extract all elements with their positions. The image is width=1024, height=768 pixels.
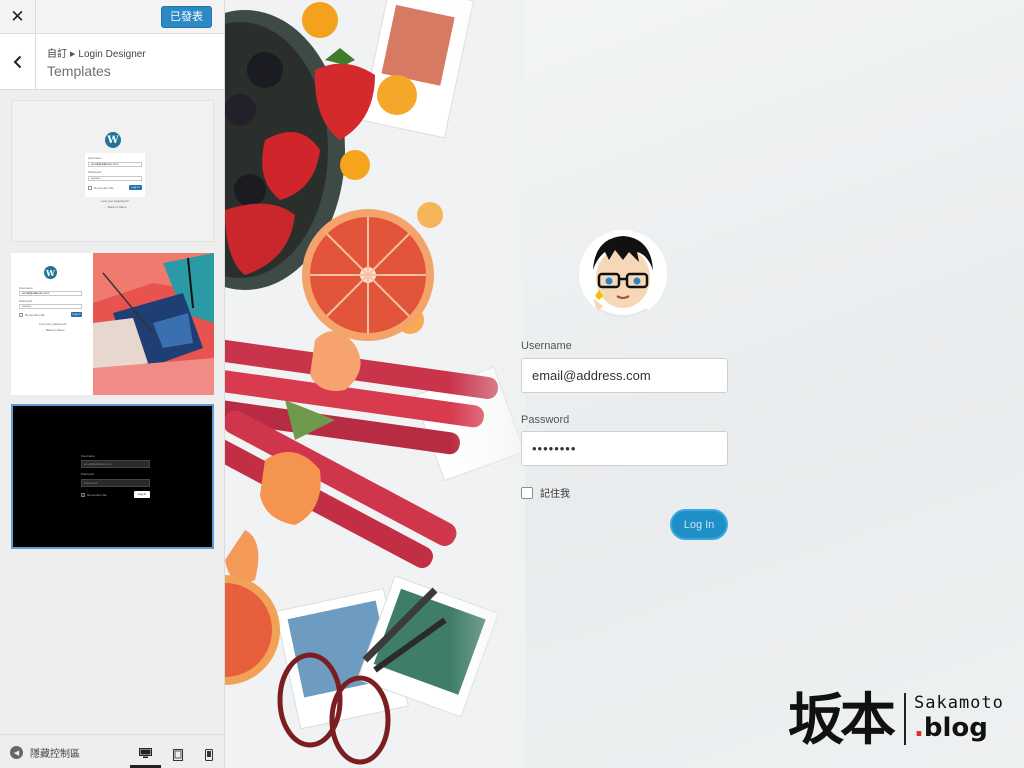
template-username-label: Username	[88, 156, 102, 160]
template-lost-password: Lost your password?	[39, 322, 67, 326]
remember-me[interactable]: 記住我	[521, 485, 570, 500]
abstract-art-image	[93, 253, 214, 395]
template-login-button: Log In	[134, 491, 150, 498]
breadcrumb-parent: 自訂	[47, 49, 67, 60]
breadcrumb: 自訂 ▶ Login Designer	[47, 45, 146, 60]
template-checkbox	[19, 313, 23, 317]
template-checkbox	[81, 493, 85, 497]
collapse-label: 隱藏控制區	[30, 749, 80, 760]
close-icon[interactable]: ✕	[0, 0, 36, 34]
login-preview: Username Password 記住我 Log In 坂本 Sakamoto…	[225, 0, 1024, 768]
desktop-icon[interactable]	[130, 741, 161, 768]
template-password-field: •••••••••	[88, 176, 142, 181]
watermark-blog: .blog	[914, 713, 988, 743]
template-lost-password: Lost your password?	[101, 199, 129, 203]
section-header: 自訂 ▶ Login Designer Templates	[0, 34, 224, 90]
template-remember-label: Remember Me	[25, 313, 45, 317]
collapse-sidebar-button[interactable]: ◀ 隱藏控制區	[10, 745, 80, 760]
template-password-label: Password	[88, 170, 102, 174]
template-password-label: Password	[81, 472, 95, 476]
template-form-box: Username email@address.com Password ••••…	[85, 153, 145, 197]
chevron-left-icon[interactable]	[0, 34, 36, 90]
customizer-footer: ◀ 隱藏控制區	[0, 734, 224, 768]
template-username-field: email@address.com	[88, 162, 142, 167]
template-remember-label: Remember Me	[87, 493, 107, 497]
tablet-icon[interactable]	[162, 741, 193, 768]
template-back-link: ← Back to Name	[42, 328, 65, 332]
watermark-blog-text: blog	[923, 713, 988, 743]
username-input[interactable]	[521, 358, 728, 393]
avatar	[579, 230, 667, 318]
customizer-header: ✕ 已發表	[0, 0, 224, 34]
collapse-arrow-icon: ◀	[10, 746, 23, 759]
password-input[interactable]	[521, 431, 728, 466]
watermark-kanji: 坂本	[788, 687, 896, 753]
fruit-background-image	[225, 0, 525, 768]
template-dark[interactable]: Username email@address.com Password Pass…	[11, 404, 214, 549]
template-split-image[interactable]: W Username email@address.com Password ••…	[11, 253, 214, 395]
template-password-label: Password	[19, 299, 33, 303]
template-username-field: email@address.com	[81, 460, 150, 468]
password-label: Password	[521, 414, 570, 426]
remember-checkbox[interactable]	[521, 486, 533, 499]
watermark-dot: .	[914, 713, 924, 743]
template-form-panel: W Username email@address.com Password ••…	[11, 253, 93, 395]
section-title: Templates	[47, 63, 111, 79]
breadcrumb-arrow-icon: ▶	[70, 51, 76, 58]
template-username-label: Username	[19, 286, 33, 290]
template-remember-label: Remember Me	[94, 186, 114, 190]
template-password-field: Password	[81, 479, 150, 487]
template-default[interactable]: W Username email@address.com Password ••…	[11, 100, 214, 242]
mobile-icon[interactable]	[193, 741, 224, 768]
template-username-field: email@address.com	[19, 291, 82, 296]
template-checkbox	[88, 186, 92, 190]
login-button[interactable]: Log In	[670, 509, 728, 540]
template-login-button: Log In	[129, 185, 142, 190]
watermark-divider	[904, 693, 906, 745]
wordpress-logo-icon: W	[105, 132, 121, 148]
template-login-button: Log In	[71, 312, 82, 317]
site-watermark: 坂本 Sakamoto .blog	[788, 675, 1018, 760]
publish-button[interactable]: 已發表	[161, 6, 212, 28]
user-avatar-icon	[579, 230, 667, 318]
template-back-link: ← Back to Name	[104, 205, 127, 209]
template-username-label: Username	[81, 454, 95, 458]
username-label: Username	[521, 340, 572, 352]
watermark-name: Sakamoto	[914, 693, 1004, 713]
remember-label: 記住我	[540, 489, 570, 500]
wordpress-logo-icon: W	[44, 266, 57, 279]
template-password-field: •••••••••	[19, 304, 82, 309]
customizer-sidebar: ✕ 已發表 自訂 ▶ Login Designer Templates W User…	[0, 0, 225, 768]
breadcrumb-child: Login Designer	[78, 49, 146, 60]
